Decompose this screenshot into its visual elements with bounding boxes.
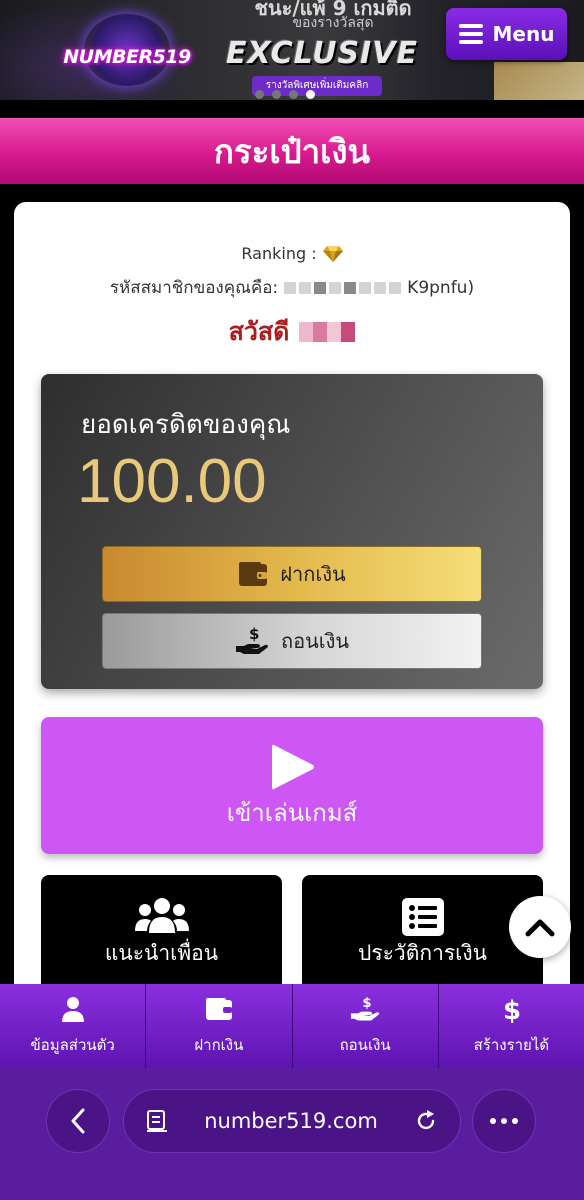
wallet-icon (205, 998, 232, 1020)
scroll-to-top-button[interactable] (509, 896, 571, 958)
browser-back-button[interactable] (46, 1089, 110, 1153)
nav-item-earn[interactable]: $ สร้างรายได้ (439, 984, 584, 1068)
page: NUMBER519 ชนะ/แพ้ 9 เกมติด ของรางวัลสุด … (0, 0, 584, 1200)
withdraw-label: ถอนเงิน (280, 629, 350, 653)
deposit-label: ฝากเงิน (280, 562, 346, 586)
browser-more-button[interactable] (472, 1089, 536, 1153)
play-game-label: เข้าเล่นเกมส์ (226, 799, 358, 827)
banner-dot[interactable] (272, 90, 281, 99)
banner-exclusive-text: EXCLUSIVE (226, 36, 418, 71)
hand-coin-icon: $ (351, 996, 380, 1021)
hamburger-icon (458, 24, 483, 44)
greeting-text: สวัสดี (228, 317, 290, 346)
wallet-card: Ranking : รหัสสมาชิกของคุณคือ: K9pnfu) ส… (14, 202, 570, 1002)
menu-button[interactable]: Menu (446, 8, 567, 60)
credit-label: ยอดเครดิตของคุณ (81, 410, 291, 440)
chevron-up-icon (525, 919, 555, 937)
user-icon (61, 997, 84, 1022)
brand-logo[interactable]: NUMBER519 (62, 12, 192, 94)
svg-text:$: $ (503, 996, 520, 1023)
banner-dot-active[interactable] (306, 90, 315, 99)
credit-balance: 100.00 (77, 447, 267, 516)
reload-icon[interactable] (414, 1109, 438, 1133)
nav-item-withdraw[interactable]: $ ถอนเงิน (293, 984, 439, 1068)
member-id-label: รหัสสมาชิกของคุณคือ: (109, 278, 279, 298)
greeting-row: สวัสดี (14, 312, 570, 352)
page-title: กระเป๋าเงิน (213, 131, 371, 171)
play-icon (272, 744, 314, 790)
refer-friend-tile[interactable]: แนะนำเพื่อน (41, 875, 282, 990)
member-id-row: รหัสสมาชิกของคุณคือ: K9pnfu) (14, 274, 570, 301)
banner-subheadline: ของรางวัลสุด (292, 15, 374, 31)
page-menu-icon[interactable] (146, 1109, 168, 1133)
play-game-button[interactable]: เข้าเล่นเกมส์ (41, 717, 543, 854)
nav-label-deposit: ฝากเงิน (194, 1036, 244, 1054)
browser-address-bar[interactable]: number519.com (123, 1089, 461, 1153)
svg-text:$: $ (249, 626, 259, 643)
ranking-label: Ranking : (241, 244, 317, 263)
nav-label-earn: สร้างรายได้ (473, 1036, 550, 1054)
transaction-history-label: ประวัติการเงิน (358, 941, 487, 965)
nav-label-withdraw: ถอนเงิน (339, 1036, 391, 1054)
list-icon (401, 898, 444, 936)
banner-pagination[interactable] (255, 90, 345, 100)
nav-label-profile: ข้อมูลส่วนตัว (30, 1036, 115, 1054)
bottom-navigation: ข้อมูลส่วนตัว ฝากเงิน $ ถอนเงิน $ สร้างร… (0, 984, 584, 1068)
refer-friend-label: แนะนำเพื่อน (104, 941, 219, 965)
banner-bottom-strip (0, 100, 584, 112)
nav-item-profile[interactable]: ข้อมูลส่วนตัว (0, 984, 147, 1068)
username-redacted (299, 322, 356, 342)
hand-coin-icon: $ (235, 626, 268, 654)
wallet-icon (239, 562, 268, 586)
withdraw-button[interactable]: $ ถอนเงิน (102, 613, 482, 669)
more-dots-icon (490, 1118, 518, 1124)
deposit-button[interactable]: ฝากเงิน (102, 546, 482, 602)
chevron-left-icon (71, 1108, 85, 1134)
dollar-icon: $ (503, 996, 520, 1023)
diamond-rank-icon (322, 245, 343, 262)
browser-url: number519.com (204, 1109, 378, 1133)
nav-item-deposit[interactable]: ฝากเงิน (146, 984, 293, 1068)
logo-text: NUMBER519 (63, 46, 191, 68)
banner-dot[interactable] (255, 90, 264, 99)
menu-label: Menu (492, 22, 555, 46)
banner-dot[interactable] (289, 90, 298, 99)
page-title-bar: กระเป๋าเงิน (0, 118, 584, 184)
member-id-redacted (284, 281, 402, 294)
credit-panel: ยอดเครดิตของคุณ 100.00 ฝากเงิน $ ถอนเงิน (41, 374, 543, 689)
member-id-suffix: K9pnfu) (407, 277, 475, 298)
users-icon (134, 898, 189, 933)
browser-toolbar: number519.com (0, 1068, 584, 1200)
ranking-row: Ranking : (14, 244, 570, 263)
transaction-history-tile[interactable]: ประวัติการเงิน (302, 875, 543, 990)
svg-text:$: $ (362, 996, 371, 1011)
